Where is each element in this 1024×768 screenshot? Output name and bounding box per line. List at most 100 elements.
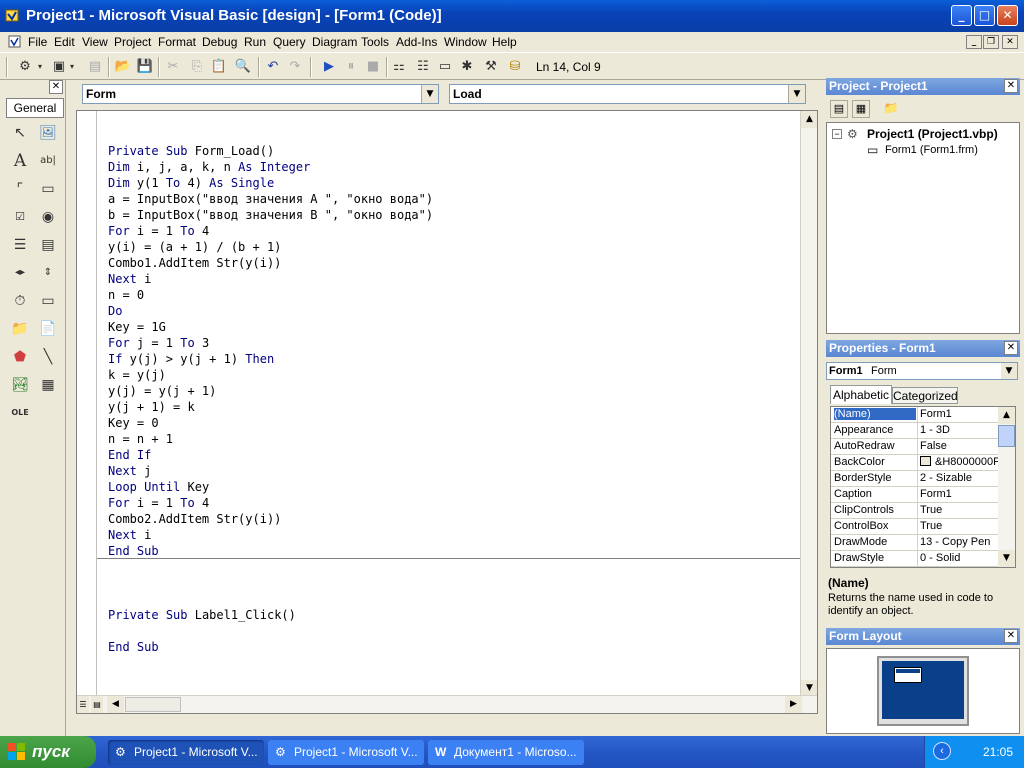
chevron-down-icon[interactable]: ▼ (1001, 363, 1017, 379)
scroll-up-icon[interactable]: ▲ (801, 111, 817, 128)
shape-tool-icon[interactable]: ⬟ (8, 346, 32, 368)
procedure-view-icon[interactable]: ☰ (77, 696, 89, 713)
add-project-icon[interactable]: ⚙ (16, 58, 34, 76)
mdi-close-button[interactable]: ✕ (1002, 35, 1018, 49)
open-project-icon[interactable]: 📂 (114, 58, 132, 76)
code-text[interactable]: Private Sub Form_Load() Dim i, j, a, k, n… (108, 143, 433, 655)
menu-add-ins[interactable]: Add-Ins (396, 35, 437, 49)
listbox-tool-icon[interactable]: ▤ (36, 234, 60, 256)
code-line[interactable]: For i = 1 To 4 (108, 495, 433, 511)
code-line[interactable]: For j = 1 To 3 (108, 335, 433, 351)
property-value[interactable]: False (920, 440, 998, 452)
scroll-thumb[interactable] (125, 697, 181, 712)
property-value[interactable]: Form1 (920, 488, 998, 500)
title-bar[interactable]: Project1 - Microsoft Visual Basic [desig… (0, 0, 1024, 32)
code-line[interactable]: Private Sub Form_Load() (108, 143, 433, 159)
property-value[interactable]: &H8000000F (920, 456, 998, 468)
property-row[interactable]: DrawMode 13 - Copy Pen (831, 535, 999, 551)
scroll-right-icon[interactable]: ▶ (785, 696, 802, 713)
close-icon[interactable]: ✕ (1004, 79, 1018, 93)
menu-run[interactable]: Run (244, 35, 266, 49)
code-line[interactable]: a = InputBox("ввод значения A ", "окно в… (108, 191, 433, 207)
code-line[interactable]: y(j) = y(j + 1) (108, 383, 433, 399)
tab-alphabetic[interactable]: Alphabetic (830, 385, 892, 404)
close-icon[interactable]: ✕ (1004, 629, 1018, 643)
menu-diagram[interactable]: Diagram (312, 35, 357, 49)
properties-window-icon[interactable]: ☷ (414, 58, 432, 76)
object-browser-icon[interactable]: ✱ (458, 58, 476, 76)
code-line[interactable]: k = y(j) (108, 367, 433, 383)
maximize-button[interactable]: □ (974, 5, 995, 26)
full-module-view-icon[interactable]: ▤ (91, 696, 103, 713)
code-line[interactable] (108, 623, 433, 639)
chevron-down-icon[interactable]: ▼ (788, 85, 805, 103)
code-line[interactable]: End If (108, 447, 433, 463)
label-tool-icon[interactable]: A (8, 150, 32, 172)
code-line[interactable]: Key = 0 (108, 415, 433, 431)
code-line[interactable]: End Sub (108, 639, 433, 655)
code-line[interactable]: Next j (108, 463, 433, 479)
menu-debug[interactable]: Debug (202, 35, 237, 49)
pointer-tool-icon[interactable]: ↖ (8, 122, 32, 144)
property-row[interactable]: DrawStyle 0 - Solid (831, 551, 999, 567)
code-line[interactable]: Next i (108, 527, 433, 543)
end-icon[interactable]: ■ (364, 58, 382, 76)
scroll-thumb[interactable] (998, 425, 1015, 447)
menu-file[interactable]: File (28, 35, 47, 49)
property-row[interactable]: (Name) Form1 (831, 407, 999, 423)
property-row[interactable]: Appearance 1 - 3D (831, 423, 999, 439)
vertical-scrollbar[interactable]: ▲ ▼ (800, 111, 817, 697)
scroll-up-icon[interactable]: ▲ (998, 407, 1015, 424)
code-line[interactable]: Combo1.AddItem Str(y(i)) (108, 255, 433, 271)
cut-icon[interactable]: ✂ (164, 58, 182, 76)
horizontal-scrollbar[interactable]: ☰ ▤ ◀ ▶ (77, 695, 817, 713)
find-icon[interactable]: 🔍 (234, 58, 252, 76)
property-row[interactable]: ClipControls True (831, 503, 999, 519)
toolbox-tab-general[interactable]: General (6, 98, 64, 118)
ole-tool-icon[interactable]: OLE (8, 402, 32, 424)
taskbar-item-word[interactable]: W Документ1 - Microso... (428, 740, 584, 765)
menu-query[interactable]: Query (273, 35, 306, 49)
vb-doc-icon[interactable] (8, 35, 22, 49)
property-value[interactable]: Form1 (920, 408, 998, 420)
code-editor[interactable]: Private Sub Form_Load() Dim i, j, a, k, n… (76, 110, 818, 714)
property-value[interactable]: True (920, 504, 998, 516)
optionbutton-tool-icon[interactable]: ◉ (36, 206, 60, 228)
project-explorer-icon[interactable]: ⚏ (390, 58, 408, 76)
toolbox-close-icon[interactable]: ✕ (49, 80, 63, 94)
tab-categorized[interactable]: Categorized (892, 387, 958, 404)
add-form-icon[interactable]: ▣ (50, 58, 68, 76)
tree-item-form1[interactable]: Form1 (Form1.frm) (885, 144, 978, 156)
image-tool-icon[interactable]: 🏞 (8, 374, 32, 396)
procedure-combo[interactable]: Load ▼ (449, 84, 806, 104)
form1-preview[interactable] (894, 667, 922, 683)
code-line[interactable]: n = n + 1 (108, 431, 433, 447)
scroll-down-icon[interactable]: ▼ (998, 550, 1015, 567)
vscrollbar-tool-icon[interactable]: ⇕ (36, 262, 60, 284)
code-line[interactable]: If y(j) > y(j + 1) Then (108, 351, 433, 367)
paste-icon[interactable]: 📋 (210, 58, 228, 76)
filelistbox-tool-icon[interactable]: 📄 (36, 318, 60, 340)
form-layout-title[interactable]: Form Layout ✕ (826, 628, 1020, 645)
code-line[interactable]: y(j + 1) = k (108, 399, 433, 415)
property-row[interactable]: AutoRedraw False (831, 439, 999, 455)
drivelistbox-tool-icon[interactable]: ▭ (36, 290, 60, 312)
chevron-down-icon[interactable]: ▾ (68, 58, 76, 76)
project-explorer-title[interactable]: Project - Project1 ✕ (826, 78, 1020, 95)
mdi-minimize-button[interactable]: _ (966, 35, 982, 49)
property-row[interactable]: Caption Form1 (831, 487, 999, 503)
code-line[interactable]: y(i) = (a + 1) / (b + 1) (108, 239, 433, 255)
tray-arrow-icon[interactable]: ‹ (933, 742, 951, 760)
data-view-icon[interactable]: ⛁ (506, 58, 524, 76)
menu-help[interactable]: Help (492, 35, 517, 49)
menu-view[interactable]: View (82, 35, 108, 49)
code-line[interactable]: n = 0 (108, 287, 433, 303)
close-button[interactable]: ✕ (997, 5, 1018, 26)
code-line[interactable]: Private Sub Label1_Click() (108, 607, 433, 623)
code-line[interactable]: Combo2.AddItem Str(y(i)) (108, 511, 433, 527)
view-object-icon[interactable]: ▦ (852, 100, 870, 118)
timer-tool-icon[interactable]: ⏱ (8, 290, 32, 312)
property-value[interactable]: 13 - Copy Pen (920, 536, 998, 548)
property-value[interactable]: 2 - Sizable (920, 472, 998, 484)
toolbox-icon[interactable]: ⚒ (482, 58, 500, 76)
